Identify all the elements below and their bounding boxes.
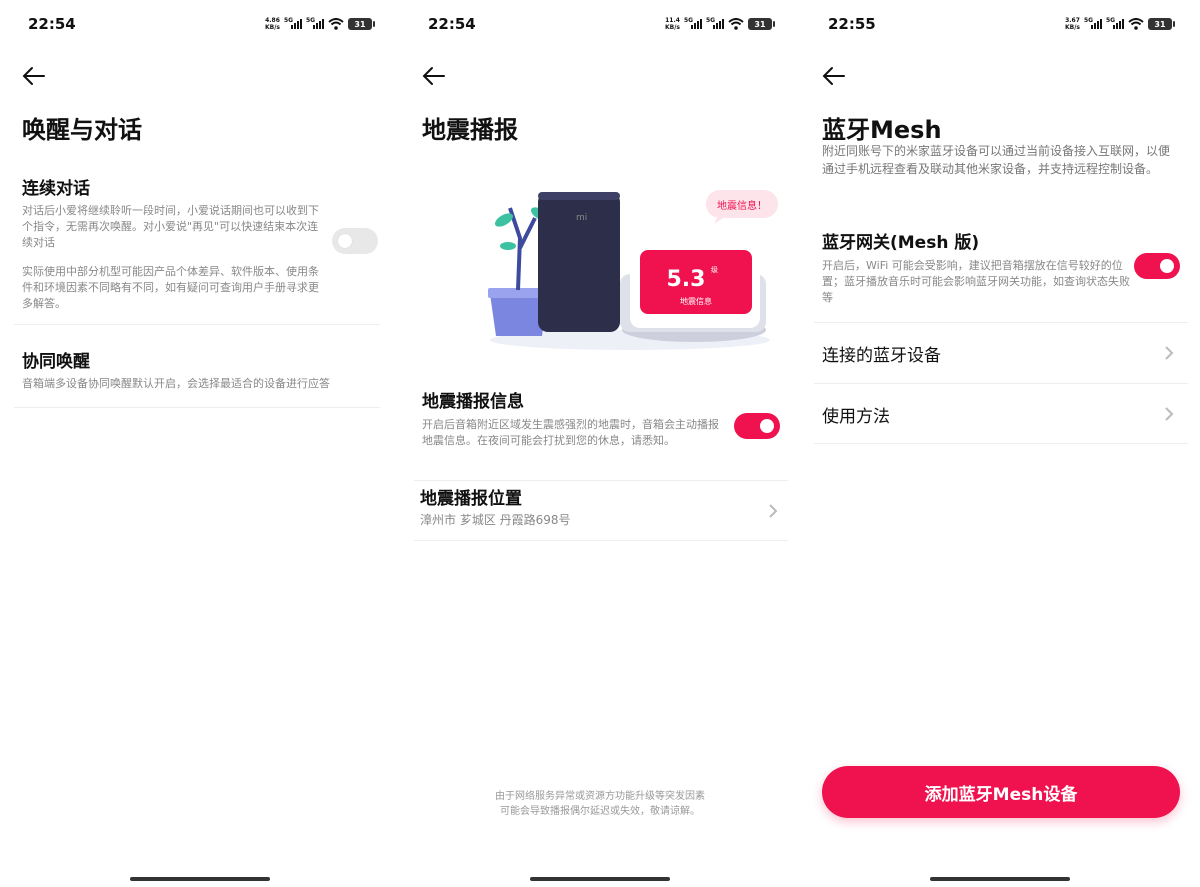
status-time: 22:54 [428,15,476,33]
add-mesh-device-button[interactable]: 添加蓝牙Mesh设备 [822,766,1180,818]
screen-caption: 地震信息 [680,296,712,306]
signal-icon: 5G [306,17,324,29]
net-speed: 11.4 KB/s [665,17,680,31]
status-icons: 3.67 KB/s 5G 5G 31 [1065,17,1175,31]
connected-devices-row[interactable]: 连接的蓝牙设备 [814,323,1188,383]
home-indicator[interactable] [530,877,670,881]
footer-note: 由于网络服务异常或资源方功能升级等突发因素 可能会导致播报偶尔延迟或失效，敬请谅… [495,791,705,817]
earthquake-location-value: 漳州市 芗城区 丹霞路698号 [420,513,571,527]
page-title: 蓝牙Mesh [822,116,942,144]
continuous-dialog-toggle[interactable] [332,228,378,254]
net-speed: 3.67 KB/s [1065,17,1080,31]
wifi-icon [328,18,344,30]
signal-icon: 5G [706,17,724,29]
divider [14,324,380,325]
status-time: 22:55 [828,15,876,33]
earthquake-location-row[interactable]: 地震播报位置 漳州市 芗城区 丹霞路698号 [414,482,788,540]
gateway-desc: 开启后，WiFi 可能会受影响，建议把音箱摆放在信号较好的位置；蓝牙播放音乐时可… [822,259,1130,304]
connected-devices-label: 连接的蓝牙设备 [822,346,941,366]
earthquake-info-desc: 开启后音箱附近区域发生震感强烈的地震时，音箱会主动播报地震信息。在夜间可能会打扰… [422,418,719,447]
wifi-icon [728,18,744,30]
divider [414,480,788,481]
page-subtitle: 附近同账号下的米家蓝牙设备可以通过当前设备接入互联网，以便通过手机远程查看及联动… [822,144,1171,176]
screen-bluetooth-mesh: 22:55 3.67 KB/s 5G 5G 31 蓝牙Mesh 附近同账号下的米家… [800,0,1200,887]
magnitude-unit: 级 [711,265,718,274]
cowake-title[interactable]: 协同唤醒 [22,347,90,372]
net-speed: 4.86 KB/s [265,17,280,31]
battery-icon: 31 [348,18,375,30]
earthquake-info-toggle[interactable] [734,413,780,439]
earthquake-info-title: 地震播报信息 [422,392,524,412]
magnitude-value: 5.3 [667,267,706,292]
signal-icon: 5G [1106,17,1124,29]
home-indicator[interactable] [930,877,1070,881]
continuous-dialog-desc: 对话后小爱将继续聆听一段时间，小爱说话期间也可以收到下个指令，无需再次唤醒。对小… [22,204,319,249]
status-bar: 22:54 11.4 KB/s 5G 5G 31 [428,10,775,38]
earthquake-location-title: 地震播报位置 [420,489,522,509]
status-icons: 4.86 KB/s 5G 5G 31 [265,17,375,31]
status-bar: 22:55 3.67 KB/s 5G 5G 31 [828,10,1175,38]
chevron-right-icon [1165,346,1174,360]
status-icons: 11.4 KB/s 5G 5G 31 [665,17,775,31]
divider [814,443,1188,444]
status-time: 22:54 [28,15,76,33]
chevron-right-icon [769,504,778,518]
home-indicator[interactable] [130,877,270,881]
usage-row[interactable]: 使用方法 [814,384,1188,444]
speaker-logo: mi [576,213,587,223]
page-title: 地震播报 [422,116,518,144]
continuous-dialog-note: 实际使用中部分机型可能因产品个体差异、软件版本、使用条件和环境因素不同略有不同，… [22,265,319,310]
gateway-toggle[interactable] [1134,253,1180,279]
signal-icon: 5G [1084,17,1102,29]
continuous-dialog-title: 连续对话 [22,179,90,199]
usage-label: 使用方法 [822,407,890,427]
divider [14,407,380,408]
wifi-icon [1128,18,1144,30]
battery-icon: 31 [748,18,775,30]
signal-icon: 5G [284,17,302,29]
screen-earthquake: 22:54 11.4 KB/s 5G 5G 31 地震播报 mi 地震信息！ 5… [400,0,800,887]
screen-wake-dialog: 22:54 4.86 KB/s 5G 5G 31 唤醒与对话 连续对话 对话后小爱… [0,0,400,887]
page-title: 唤醒与对话 [22,116,142,144]
back-arrow-icon[interactable] [20,62,48,90]
alert-bubble-text: 地震信息！ [717,199,767,212]
back-arrow-icon[interactable] [420,62,448,90]
status-bar: 22:54 4.86 KB/s 5G 5G 31 [28,10,375,38]
chevron-right-icon [1165,407,1174,421]
back-arrow-icon[interactable] [820,62,848,90]
earthquake-illustration: mi 地震信息！ 5.3 级 地震信息 [488,190,778,350]
gateway-title: 蓝牙网关(Mesh 版) [822,233,980,253]
divider [414,540,788,541]
signal-icon: 5G [684,17,702,29]
battery-icon: 31 [1148,18,1175,30]
cowake-desc: 音箱端多设备协同唤醒默认开启，会选择最适合的设备进行应答 [22,377,330,390]
